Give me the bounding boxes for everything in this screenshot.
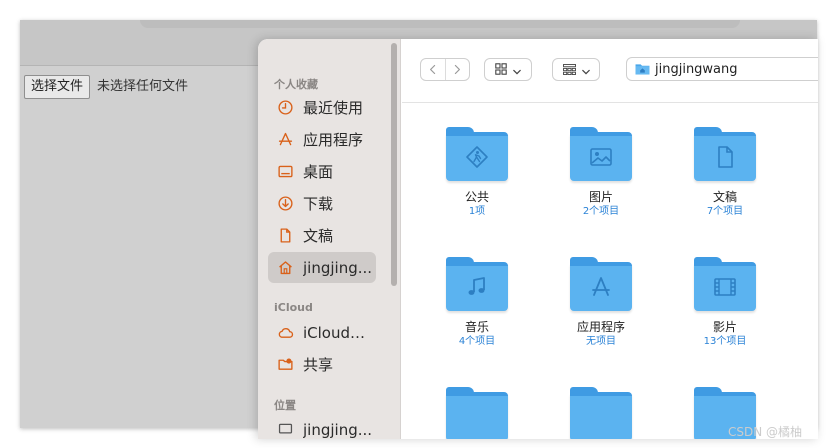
chevron-down-icon bbox=[513, 60, 521, 79]
sidebar-item-recents[interactable]: 最近使用 bbox=[268, 92, 376, 123]
grid-item-folder[interactable] bbox=[546, 387, 656, 439]
file-status-text: 未选择任何文件 bbox=[97, 79, 189, 94]
sidebar-item-label: 下载 bbox=[303, 195, 334, 213]
grid-item-music[interactable]: 音乐 4个项目 bbox=[422, 257, 532, 348]
sidebar-item-downloads[interactable]: 下载 bbox=[268, 188, 376, 219]
item-name: 应用程序 bbox=[576, 320, 625, 334]
item-count: 7个项目 bbox=[706, 206, 744, 217]
sidebar-section-locations: 位置 bbox=[274, 399, 296, 412]
folder-icon bbox=[446, 387, 508, 439]
file-picker-dialog: 个人收藏 最近使用 应用程序 桌面 下载 文稿 jingjing... iClo… bbox=[258, 39, 818, 439]
sidebar-item-documents[interactable]: 文稿 bbox=[268, 220, 376, 251]
item-name: 文稿 bbox=[712, 190, 737, 204]
sidebar-item-home[interactable]: jingjing... bbox=[268, 252, 376, 283]
home-icon bbox=[275, 258, 295, 278]
forward-button[interactable] bbox=[444, 59, 470, 80]
view-mode-button[interactable] bbox=[484, 58, 532, 81]
sidebar-item-computer[interactable]: jingjing... bbox=[268, 414, 376, 439]
folder-icon bbox=[570, 257, 632, 311]
folder-icon bbox=[446, 257, 508, 311]
sidebar-item-shared[interactable]: 共享 bbox=[268, 349, 376, 380]
choose-file-button[interactable]: 选择文件 bbox=[24, 75, 91, 99]
item-name: 影片 bbox=[712, 320, 737, 334]
folder-icon bbox=[694, 257, 756, 311]
sidebar: 个人收藏 最近使用 应用程序 桌面 下载 文稿 jingjing... iClo… bbox=[258, 39, 401, 439]
list-grid-icon bbox=[562, 60, 576, 79]
sidebar-item-label: iCloud… bbox=[303, 323, 366, 342]
grid-item-movies[interactable]: 影片 13个项目 bbox=[670, 257, 780, 348]
item-count: 13个项目 bbox=[703, 336, 747, 347]
grid-item-folder[interactable] bbox=[422, 387, 532, 439]
apps-icon bbox=[275, 130, 295, 150]
chevron-right-icon bbox=[453, 60, 461, 79]
item-name: 音乐 bbox=[464, 320, 489, 334]
sidebar-section-favorites: 个人收藏 bbox=[274, 78, 318, 91]
item-count: 1项 bbox=[468, 206, 486, 217]
item-count: 2个项目 bbox=[582, 206, 620, 217]
cloud-icon bbox=[275, 323, 295, 343]
chevron-left-icon bbox=[429, 60, 437, 79]
navigation-buttons bbox=[420, 58, 470, 81]
watermark: CSDN @橘柚 bbox=[728, 425, 803, 439]
sidebar-item-label: 应用程序 bbox=[303, 131, 364, 149]
location-popup[interactable]: jingjingwang bbox=[626, 57, 818, 81]
item-count: 4个项目 bbox=[458, 336, 496, 347]
shared-folder-icon bbox=[275, 355, 295, 375]
file-grid: 公共 1项 图片 2个项目 文稿 7个项目 音乐 4个项目 应用程序 无项目 影… bbox=[402, 104, 818, 439]
sidebar-item-label: jingjing... bbox=[303, 420, 373, 439]
sidebar-item-label: 最近使用 bbox=[303, 99, 364, 117]
grid-item-documents[interactable]: 文稿 7个项目 bbox=[670, 127, 780, 218]
sidebar-section-icloud: iCloud bbox=[274, 301, 313, 314]
folder-icon bbox=[694, 127, 756, 181]
film-icon bbox=[712, 274, 738, 304]
grid-item-applications[interactable]: 应用程序 无项目 bbox=[546, 257, 656, 348]
apps-icon bbox=[588, 274, 614, 304]
folder-icon bbox=[570, 387, 632, 439]
header-decoration bbox=[140, 20, 740, 28]
back-button[interactable] bbox=[421, 59, 445, 80]
item-name: 图片 bbox=[588, 190, 613, 204]
sidebar-item-desktop[interactable]: 桌面 bbox=[268, 156, 376, 187]
desktop-icon bbox=[275, 162, 295, 182]
sidebar-item-label: 桌面 bbox=[303, 163, 334, 181]
item-count: 无项目 bbox=[586, 336, 616, 347]
sidebar-item-icloud-drive[interactable]: iCloud… bbox=[268, 317, 376, 348]
toolbar: jingjingwang bbox=[402, 39, 818, 103]
sidebar-scrollbar[interactable] bbox=[391, 43, 397, 286]
music-icon bbox=[464, 274, 490, 304]
picture-icon bbox=[588, 144, 614, 174]
item-name: 公共 bbox=[464, 190, 489, 204]
location-label: jingjingwang bbox=[655, 61, 738, 77]
sidebar-item-label: jingjing... bbox=[303, 258, 373, 277]
sidebar-item-applications[interactable]: 应用程序 bbox=[268, 124, 376, 155]
sidebar-item-label: 文稿 bbox=[303, 227, 334, 245]
group-by-button[interactable] bbox=[552, 58, 600, 81]
document-icon bbox=[712, 144, 738, 174]
grid-item-public[interactable]: 公共 1项 bbox=[422, 127, 532, 218]
computer-icon bbox=[275, 420, 295, 440]
home-folder-icon bbox=[635, 60, 650, 79]
download-icon bbox=[275, 194, 295, 214]
public-icon bbox=[464, 144, 490, 174]
folder-icon bbox=[446, 127, 508, 181]
document-icon bbox=[275, 226, 295, 246]
clock-icon bbox=[275, 98, 295, 118]
chevron-down-icon bbox=[581, 60, 590, 79]
sidebar-item-label: 共享 bbox=[303, 356, 334, 374]
folder-icon bbox=[570, 127, 632, 181]
grid-item-pictures[interactable]: 图片 2个项目 bbox=[546, 127, 656, 218]
icon-grid-icon bbox=[495, 60, 507, 79]
